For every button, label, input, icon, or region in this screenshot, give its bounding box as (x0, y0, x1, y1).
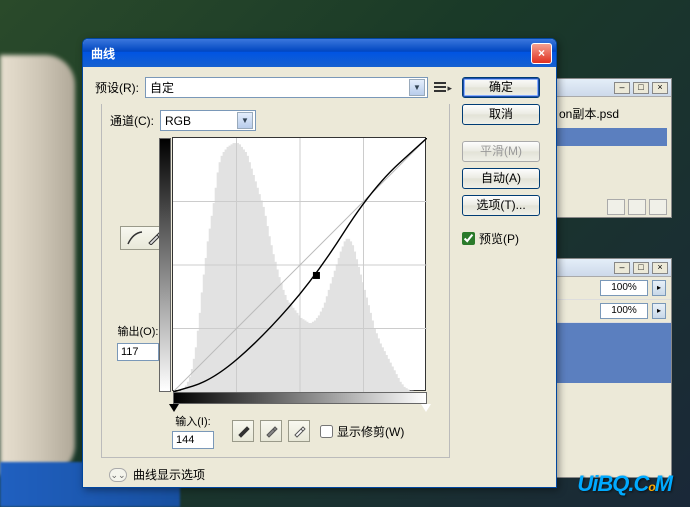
photo-hair (0, 55, 75, 475)
channel-group: 通道(C): RGB ▼ 输出(O): (101, 104, 450, 458)
history-panel: – □ × on副本.psd (552, 78, 672, 218)
close-panel-icon[interactable]: × (652, 262, 668, 274)
opacity-value-2[interactable]: 100% (600, 303, 648, 319)
preview-label: 预览(P) (479, 230, 519, 247)
output-label: 输出(O): (118, 323, 159, 339)
black-point-slider[interactable] (169, 404, 179, 412)
chevron-expand-icon: ⌄⌄ (109, 468, 127, 482)
channel-combo[interactable]: RGB ▼ (160, 110, 256, 131)
show-clipping-label: 显示修剪(W) (337, 423, 404, 440)
fill-row: 100% ▸ (543, 300, 671, 323)
curves-dialog: 曲线 × 预设(R): 自定 ▼ 通道(C): RGB ▼ (82, 38, 557, 488)
selected-layer[interactable] (543, 323, 671, 383)
minimize-icon[interactable]: – (614, 262, 630, 274)
eyedropper-icon (264, 424, 278, 438)
show-clipping-input[interactable] (320, 425, 333, 438)
minimize-icon[interactable]: – (614, 82, 630, 94)
preview-checkbox[interactable]: 预览(P) (462, 230, 519, 247)
opacity-row: 100% ▸ (543, 277, 671, 300)
curve-tool-icon (127, 231, 143, 245)
watermark: UiBQ.CoM (577, 471, 672, 497)
black-eyedropper[interactable] (232, 420, 254, 442)
output-gradient (159, 138, 171, 392)
opacity-slider-icon[interactable]: ▸ (652, 280, 666, 296)
fill-slider-icon[interactable]: ▸ (652, 303, 666, 319)
panel-titlebar: – □ × (553, 79, 671, 97)
history-row[interactable] (557, 128, 667, 146)
input-field[interactable] (172, 431, 214, 449)
white-point-slider[interactable] (421, 404, 431, 412)
expand-label: 曲线显示选项 (133, 466, 205, 483)
input-label: 输入(I): (175, 413, 210, 429)
file-name: on副本.psd (557, 101, 667, 126)
channel-value: RGB (165, 114, 237, 128)
curves-svg (173, 138, 427, 392)
dialog-title: 曲线 (91, 45, 531, 62)
eyedropper-icon (236, 424, 250, 438)
eyedropper-icon (292, 424, 306, 438)
close-icon[interactable]: × (531, 43, 552, 64)
opacity-value-1[interactable]: 100% (600, 280, 648, 296)
new-snapshot-icon[interactable] (607, 199, 625, 215)
preview-input[interactable] (462, 232, 475, 245)
preset-label: 预设(R): (95, 79, 139, 96)
close-panel-icon[interactable]: × (652, 82, 668, 94)
expand-display-options[interactable]: ⌄⌄ 曲线显示选项 (109, 466, 450, 483)
trash-icon[interactable] (649, 199, 667, 215)
dialog-titlebar[interactable]: 曲线 × (83, 39, 556, 67)
auto-button[interactable]: 自动(A) (462, 168, 540, 189)
white-eyedropper[interactable] (288, 420, 310, 442)
chevron-down-icon: ▼ (237, 112, 253, 129)
panel2-titlebar: – □ × (543, 259, 671, 277)
preset-value: 自定 (150, 79, 409, 96)
preset-menu-icon[interactable] (434, 81, 450, 95)
input-gradient (173, 392, 427, 404)
panel-footer-icons (607, 199, 667, 215)
options-button[interactable]: 选项(T)... (462, 195, 540, 216)
maximize-icon[interactable]: □ (633, 82, 649, 94)
curves-graph[interactable] (172, 137, 426, 391)
ok-button[interactable]: 确定 (462, 77, 540, 98)
chevron-down-icon: ▼ (409, 79, 425, 96)
new-doc-icon[interactable] (628, 199, 646, 215)
smooth-button: 平滑(M) (462, 141, 540, 162)
cancel-button[interactable]: 取消 (462, 104, 540, 125)
layers-panel: – □ × 100% ▸ 100% ▸ (542, 258, 672, 478)
channel-label: 通道(C): (110, 112, 154, 129)
preset-combo[interactable]: 自定 ▼ (145, 77, 428, 98)
output-field[interactable] (117, 343, 159, 361)
maximize-icon[interactable]: □ (633, 262, 649, 274)
show-clipping-checkbox[interactable]: 显示修剪(W) (320, 423, 404, 440)
gray-eyedropper[interactable] (260, 420, 282, 442)
